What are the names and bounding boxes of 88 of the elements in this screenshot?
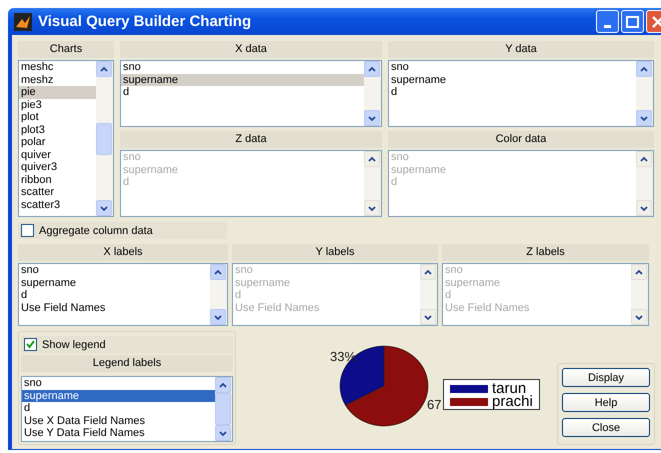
checkbox[interactable] [21,224,34,237]
minimize-button[interactable] [596,10,619,33]
list-item[interactable]: supername [389,74,636,86]
legend-swatch [450,398,488,406]
list-heading: X labels [18,244,228,261]
list-item[interactable]: Use X Data Field Names [22,414,215,427]
legend-label: prachi [492,395,533,408]
list-item[interactable]: Use Y Data Field Names [22,427,215,440]
minimize-icon [604,24,611,28]
list-item[interactable]: Use Field Names [19,302,210,314]
dialog-button[interactable]: Close [562,418,650,437]
list-heading: Y data [388,41,654,58]
list-item[interactable]: plot3 [19,124,96,136]
scroll-up-button[interactable] [215,377,231,393]
scroll-bar[interactable] [215,377,232,441]
list-box[interactable]: sno supername d [388,60,654,127]
window-title: Visual Query Builder Charting [38,13,252,30]
dialog-button[interactable]: Help [562,393,650,412]
scroll-down-button[interactable] [364,110,380,126]
chevron-up-icon [367,154,377,164]
chevron-up-icon [634,267,644,277]
list-item[interactable]: polar [19,136,96,148]
list-heading: Y labels [232,244,438,261]
maximize-icon [626,16,639,28]
list-box[interactable]: sno supername d [120,60,382,127]
list-item[interactable]: pie3 [19,98,96,111]
data-label: 67 [427,397,442,412]
close-icon [652,16,661,28]
scroll-thumb[interactable] [96,122,112,154]
scroll-up-button[interactable] [636,61,652,77]
check-icon [25,339,36,350]
list-item[interactable]: quiver [19,148,96,161]
list-item[interactable]: d [19,289,210,302]
list-item[interactable]: supername [22,390,215,402]
list-item[interactable]: sno [121,61,364,74]
list-item[interactable]: ribbon [19,174,96,186]
list-item[interactable]: scatter3 [19,198,96,211]
list-box[interactable]: sno supername d Use X Data Field Names Use Y Data Field Names [21,376,233,442]
list-heading: Z labels [442,244,649,261]
list-item[interactable]: d [389,86,636,98]
scroll-up-button[interactable] [96,61,112,77]
scroll-bar[interactable] [210,264,227,325]
checkbox[interactable] [24,338,37,351]
list-item[interactable]: supername [121,74,364,86]
maximize-button[interactable] [621,10,644,33]
list-item[interactable]: d [22,402,215,414]
legend-label: tarun [492,382,526,395]
scroll-up-button[interactable] [364,61,380,77]
scroll-down-button[interactable] [636,110,652,126]
list-item[interactable]: quiver3 [19,161,96,174]
scroll-up-button[interactable] [210,264,226,280]
list-box[interactable]: sno supername d Use Field Names [18,263,228,326]
scroll-thumb[interactable] [215,393,231,425]
list-item[interactable]: plot [19,111,96,124]
chevron-up-icon [639,154,649,164]
checkbox-label: Aggregate column data [39,224,153,236]
scroll-bar[interactable] [636,61,653,126]
list-item[interactable]: supername [19,276,210,289]
list-heading: Charts [18,41,114,58]
scroll-down-button[interactable] [215,425,231,441]
list-heading: Color data [388,131,654,148]
list-item[interactable]: meshz [19,74,96,86]
list-item[interactable]: scatter [19,186,96,198]
legend-swatch [450,384,488,392]
chevron-up-icon [423,267,433,277]
list-box[interactable]: meshc meshz pie pie3 plot plot3 polar quiver quiver3 ribbon scatter scatter3 [18,60,114,217]
list-heading: X data [120,41,382,58]
scroll-bar[interactable] [364,61,381,126]
list-item[interactable]: sno [22,377,215,390]
list-item[interactable]: d [121,86,364,98]
list-item[interactable]: sno [19,264,210,276]
list-heading: Legend labels [21,355,233,372]
checkbox-label: Show legend [42,338,106,350]
list-item[interactable]: sno [389,61,636,74]
app-icon [14,12,32,30]
data-label: 33% [330,349,356,364]
scroll-down-button[interactable] [96,200,112,216]
chevron-up-icon [99,64,109,74]
chevron-up-icon [367,64,377,74]
list-item[interactable]: pie [19,86,96,98]
list-item[interactable]: meshc [19,61,96,74]
chevron-up-icon [213,267,223,277]
chevron-up-icon [639,64,649,74]
chevron-up-icon [218,380,228,390]
dialog-button[interactable]: Display [562,368,650,387]
scroll-bar[interactable] [96,61,113,216]
list-heading: Z data [120,131,382,148]
scroll-down-button[interactable] [210,309,226,325]
